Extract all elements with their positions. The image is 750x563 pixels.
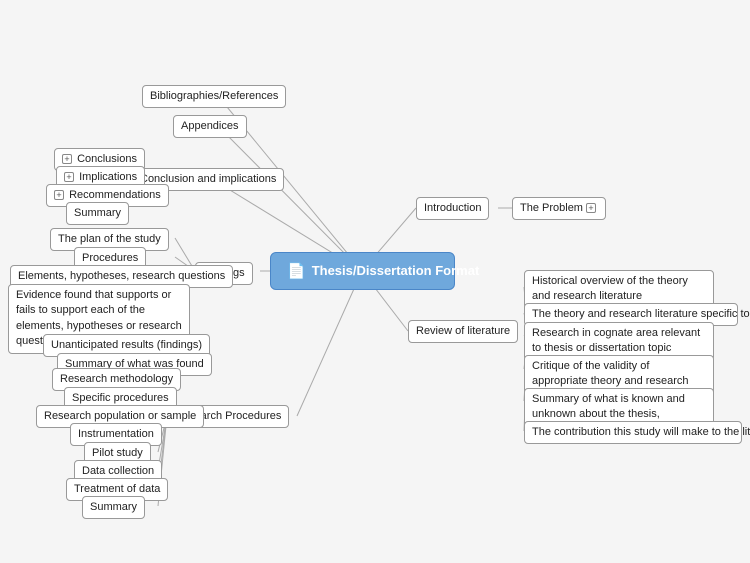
specific-proc-label: Specific procedures <box>72 392 169 404</box>
center-label: Thesis/Dissertation Format <box>312 262 480 280</box>
the-problem-node: The Problem + <box>512 197 606 220</box>
research-cognate-label: Research in cognate area relevant to the… <box>532 327 700 354</box>
bibliographies-label: Bibliographies/References <box>150 90 278 102</box>
research-meth-label: Research methodology <box>60 373 173 385</box>
historical-label: Historical overview of the theory and re… <box>532 275 688 302</box>
appendices-label: Appendices <box>181 120 239 132</box>
data-collection-label: Data collection <box>82 465 154 477</box>
review-lit-node: Review of literature <box>408 320 518 343</box>
treatment-data-label: Treatment of data <box>74 483 160 495</box>
recommendations-label: Recommendations <box>69 189 161 201</box>
recommendations-expand[interactable]: + <box>54 190 64 200</box>
bibliographies-node: Bibliographies/References <box>142 85 286 108</box>
center-node: 📄 Thesis/Dissertation Format <box>270 252 455 290</box>
introduction-label: Introduction <box>424 202 481 214</box>
unanticipated-label: Unanticipated results (findings) <box>51 339 202 351</box>
research-pop-label: Research population or sample <box>44 410 196 422</box>
review-lit-label: Review of literature <box>416 325 510 337</box>
doc-icon: 📄 <box>287 261 306 282</box>
appendices-node: Appendices <box>173 115 247 138</box>
implications-label: Implications <box>79 171 137 183</box>
implications-expand[interactable]: + <box>64 172 74 182</box>
summary2-node: Summary <box>82 496 145 519</box>
pilot-study-label: Pilot study <box>92 447 143 459</box>
elements-label: Elements, hypotheses, research questions <box>18 270 225 282</box>
the-problem-expand[interactable]: + <box>586 203 596 213</box>
the-problem-label: The Problem <box>520 202 583 214</box>
instrumentation-label: Instrumentation <box>78 428 154 440</box>
contribution-node: The contribution this study will make to… <box>524 421 742 444</box>
conclusions-label: Conclusions <box>77 153 137 165</box>
summary2-label: Summary <box>90 501 137 513</box>
theory-research-label: The theory and research literature speci… <box>532 308 750 320</box>
plan-study-label: The plan of the study <box>58 233 161 245</box>
introduction-node: Introduction <box>416 197 489 220</box>
summary1-label: Summary <box>74 207 121 219</box>
procedures1-label: Procedures <box>82 252 138 264</box>
conclusions-expand[interactable]: + <box>62 154 72 164</box>
contribution-label: The contribution this study will make to… <box>532 426 750 438</box>
summary1-node: Summary <box>66 202 129 225</box>
